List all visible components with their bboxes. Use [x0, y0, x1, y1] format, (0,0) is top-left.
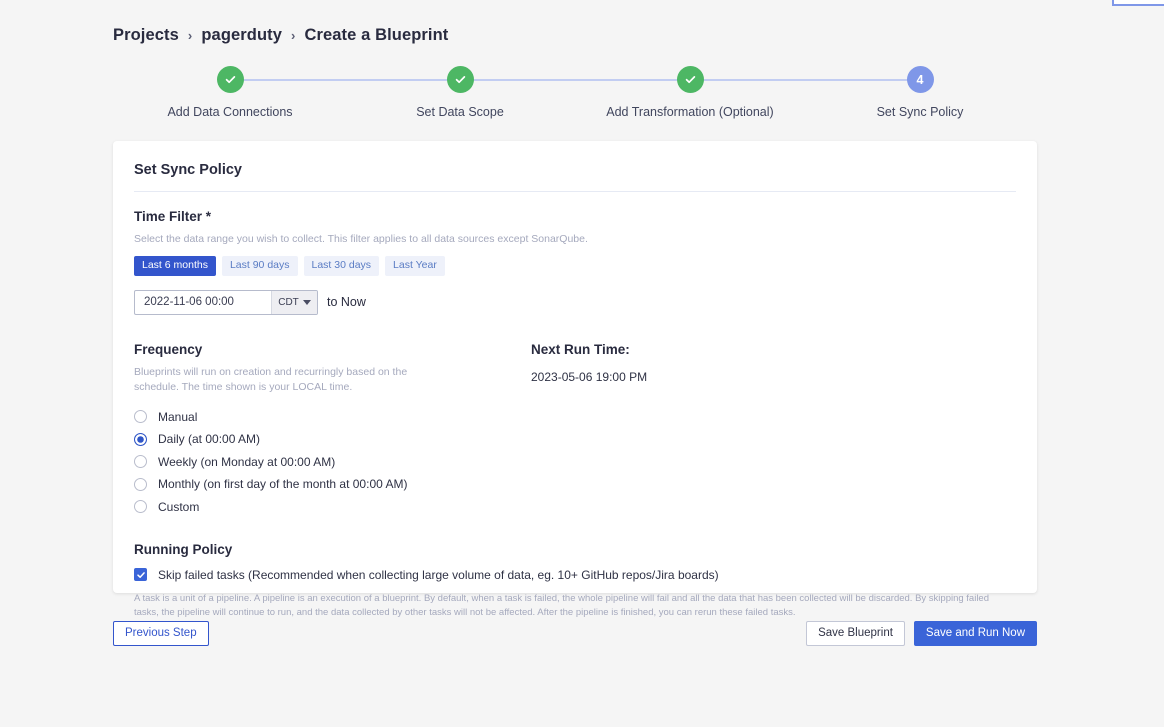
step-complete-check-icon — [677, 66, 704, 93]
previous-step-button[interactable]: Previous Step — [113, 621, 209, 646]
time-preset-last-year[interactable]: Last Year — [385, 256, 445, 276]
breadcrumb-separator-icon: › — [291, 28, 295, 43]
frequency-section: Frequency Blueprints will run on creatio… — [134, 342, 1016, 518]
sync-policy-card: Set Sync Policy Time Filter * Select the… — [113, 141, 1037, 593]
step-number-badge: 4 — [907, 66, 934, 93]
step-complete-check-icon — [447, 66, 474, 93]
stepper-step-set-sync-policy[interactable]: 4 Set Sync Policy — [830, 66, 1010, 119]
frequency-option-label: Daily (at 00:00 AM) — [158, 432, 260, 446]
step-complete-check-icon — [217, 66, 244, 93]
time-filter-label: Time Filter * — [134, 209, 1016, 224]
checkbox-checked-icon[interactable] — [134, 568, 147, 581]
time-preset-last-90-days[interactable]: Last 90 days — [222, 256, 298, 276]
frequency-option-custom[interactable]: Custom — [134, 495, 531, 518]
timezone-select[interactable]: CDT — [271, 291, 317, 314]
timezone-select-value: CDT — [278, 297, 299, 308]
wizard-footer: Previous Step Save Blueprint Save and Ru… — [113, 621, 1037, 647]
stepper-step-label: Set Data Scope — [416, 105, 504, 119]
radio-icon[interactable] — [134, 500, 147, 513]
frequency-option-daily[interactable]: Daily (at 00:00 AM) — [134, 428, 531, 451]
next-run-time-block: Next Run Time: 2023-05-06 19:00 PM — [531, 342, 647, 518]
start-date-input[interactable]: 2022-11-06 00:00 — [135, 291, 271, 314]
breadcrumb: Projects › pagerduty › Create a Blueprin… — [113, 26, 448, 45]
frequency-option-label: Manual — [158, 410, 197, 424]
breadcrumb-separator-icon: › — [188, 28, 192, 43]
stepper-step-label: Add Data Connections — [167, 105, 292, 119]
time-preset-last-6-months[interactable]: Last 6 months — [134, 256, 216, 276]
save-and-run-now-button[interactable]: Save and Run Now — [914, 621, 1037, 646]
stepper-step-add-transformation[interactable]: Add Transformation (Optional) — [600, 66, 780, 119]
frequency-left-column: Frequency Blueprints will run on creatio… — [134, 342, 531, 518]
breadcrumb-item-create-a-blueprint: Create a Blueprint — [304, 26, 448, 45]
stepper-connector-line — [230, 79, 460, 81]
date-range-row: 2022-11-06 00:00 CDT to Now — [134, 290, 1016, 315]
stepper-step-set-data-scope[interactable]: Set Data Scope — [370, 66, 550, 119]
stepper-connector-line — [690, 79, 920, 81]
required-marker: * — [206, 209, 211, 224]
chevron-down-icon — [303, 300, 311, 305]
stepper-step-label: Add Transformation (Optional) — [606, 105, 773, 119]
frequency-option-manual[interactable]: Manual — [134, 405, 531, 428]
time-filter-section: Time Filter * Select the data range you … — [134, 192, 1016, 315]
page-root: Projects › pagerduty › Create a Blueprin… — [0, 0, 1164, 727]
start-date-input-group[interactable]: 2022-11-06 00:00 CDT — [134, 290, 318, 315]
frequency-option-label: Weekly (on Monday at 00:00 AM) — [158, 455, 335, 469]
frequency-option-weekly[interactable]: Weekly (on Monday at 00:00 AM) — [134, 450, 531, 473]
time-filter-hint: Select the data range you wish to collec… — [134, 232, 1016, 247]
frequency-label: Frequency — [134, 342, 531, 357]
running-policy-label: Running Policy — [134, 542, 1016, 557]
frequency-option-monthly[interactable]: Monthly (on first day of the month at 00… — [134, 473, 531, 496]
time-filter-preset-tags: Last 6 months Last 90 days Last 30 days … — [134, 256, 1016, 276]
radio-icon[interactable] — [134, 410, 147, 423]
wizard-stepper: Add Data Connections Set Data Scope Add … — [113, 66, 1038, 116]
next-run-time-value: 2023-05-06 19:00 PM — [531, 370, 647, 384]
footer-actions: Save Blueprint Save and Run Now — [806, 621, 1037, 646]
radio-icon[interactable] — [134, 478, 147, 491]
stepper-step-add-data-connections[interactable]: Add Data Connections — [140, 66, 320, 119]
frequency-radio-group: Manual Daily (at 00:00 AM) Weekly (on Mo… — [134, 405, 531, 518]
stepper-connector-line — [460, 79, 690, 81]
card-title: Set Sync Policy — [134, 141, 1016, 192]
running-policy-section: Running Policy Skip failed tasks (Recomm… — [134, 542, 1016, 621]
frequency-option-label: Custom — [158, 500, 199, 514]
breadcrumb-item-pagerduty[interactable]: pagerduty — [201, 26, 282, 45]
radio-icon-selected[interactable] — [134, 433, 147, 446]
stepper-step-label: Set Sync Policy — [877, 105, 964, 119]
time-preset-last-30-days[interactable]: Last 30 days — [304, 256, 380, 276]
save-blueprint-button[interactable]: Save Blueprint — [806, 621, 905, 646]
radio-icon[interactable] — [134, 455, 147, 468]
running-policy-note: A task is a unit of a pipeline. A pipeli… — [134, 592, 1009, 621]
time-filter-label-text: Time Filter — [134, 209, 202, 224]
frequency-hint: Blueprints will run on creation and recu… — [134, 365, 454, 395]
to-now-label: to Now — [327, 295, 366, 309]
frequency-option-label: Monthly (on first day of the month at 00… — [158, 477, 407, 491]
next-run-time-label: Next Run Time: — [531, 342, 647, 357]
breadcrumb-item-projects[interactable]: Projects — [113, 26, 179, 45]
skip-failed-tasks-label: Skip failed tasks (Recommended when coll… — [158, 568, 719, 582]
skip-failed-tasks-row[interactable]: Skip failed tasks (Recommended when coll… — [134, 568, 1016, 582]
top-right-cutoff-element — [1112, 0, 1164, 6]
